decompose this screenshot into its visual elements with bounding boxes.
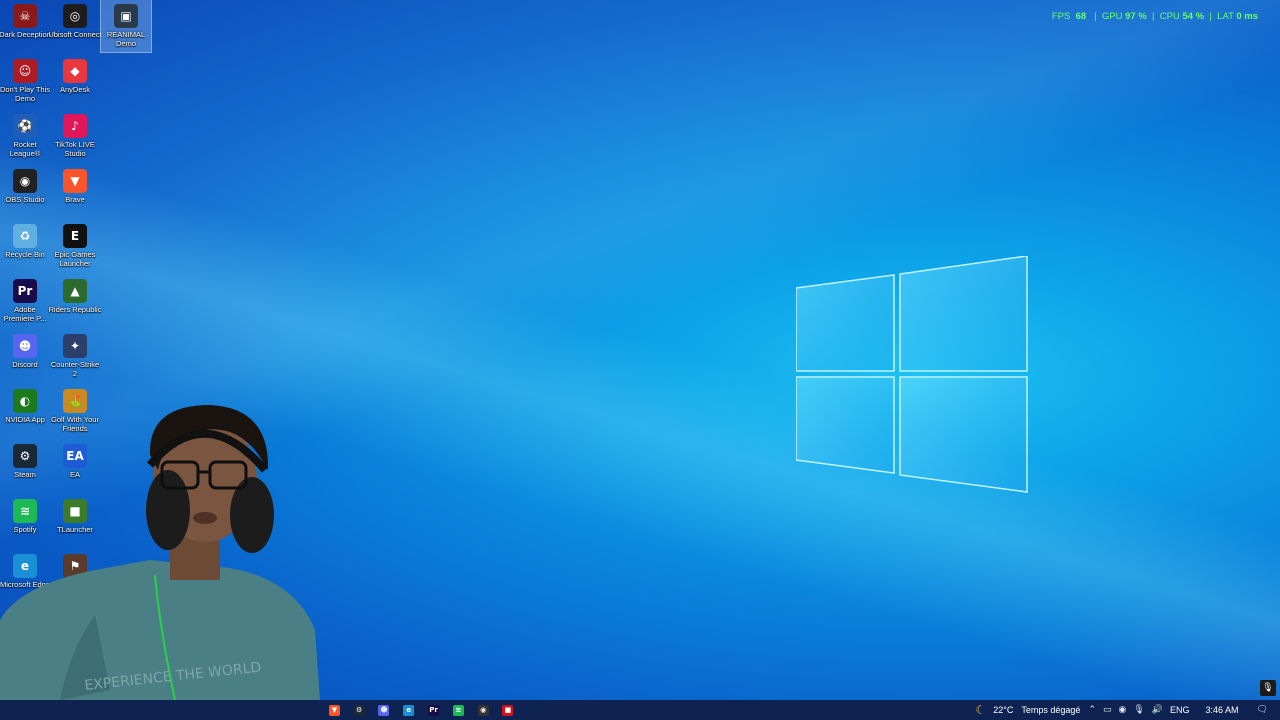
desktop-icon-label: TikTok LIVE Studio — [55, 140, 95, 158]
desktop-icon-brave[interactable]: ▼ Brave — [50, 165, 100, 217]
recycle-bin-icon: ♻ — [13, 224, 37, 248]
desktop-icon-counter-strike[interactable]: ✦ Counter-Strike 2 — [50, 330, 100, 382]
desktop-icon-label: OBS Studio — [5, 195, 45, 204]
desktop-icon-label: Riders Republic — [48, 305, 102, 314]
mic-tray-icon[interactable]: 🎙 — [1133, 705, 1144, 715]
premiere-taskbar-icon: Pr — [428, 704, 440, 716]
app-taskbar-icon: ■ — [502, 704, 514, 716]
anydesk-icon: ◆ — [63, 59, 87, 83]
ubisoft-icon: ◎ — [63, 4, 87, 28]
cpu-label: CPU — [1159, 11, 1180, 22]
app-taskbar-button[interactable]: ■ — [496, 700, 521, 720]
desktop-icon-label: Counter-Strike 2 — [50, 360, 100, 378]
edge-taskbar-button[interactable]: e — [396, 700, 421, 720]
desktop-icon-reanimal[interactable]: ▣ REANIMAL Demo — [100, 0, 152, 53]
obs-icon: ◉ — [13, 169, 37, 193]
epic-games-icon: E — [63, 224, 87, 248]
desktop-icon-label: Dark Deception — [0, 30, 51, 39]
desktop-icon-rocket-league[interactable]: ⚽ Rocket League® — [0, 110, 50, 162]
desktop-icon-discord[interactable]: ☻ Discord — [0, 330, 50, 382]
desktop-icon-label: Discord — [12, 360, 38, 369]
edge-taskbar-icon: e — [403, 704, 415, 716]
weather-desc[interactable]: Temps dégagé — [1021, 705, 1080, 715]
riders-republic-icon: ▲ — [63, 279, 87, 303]
windows-logo-wallpaper — [796, 256, 1028, 493]
weather-moon-icon[interactable]: ☾ — [976, 703, 987, 717]
desktop-icon-riders-republic[interactable]: ▲ Riders Republic — [48, 275, 102, 327]
volume-icon[interactable]: 🔊 — [1152, 705, 1163, 715]
clock-time[interactable]: 3:46 AM — [1206, 705, 1239, 715]
nvidia-tray-icon[interactable]: ◉ — [1119, 705, 1127, 715]
fps-label: FPS — [1051, 11, 1071, 22]
desktop-icon-anydesk[interactable]: ◆ AnyDesk — [50, 55, 100, 107]
desktop-icon-label: AnyDesk — [59, 85, 90, 94]
desktop-icon-obs[interactable]: ◉ OBS Studio — [0, 165, 50, 217]
spotify-taskbar-icon: ≋ — [452, 704, 464, 716]
lat-label: LAT — [1217, 11, 1234, 22]
performance-overlay: FPS 68 | GPU 97 % | CPU 54 % | LAT 0 ms — [1051, 11, 1258, 22]
premiere-icon: Pr — [13, 279, 37, 303]
brave-icon: ▼ — [63, 169, 87, 193]
discord-taskbar-button[interactable]: ☻ — [372, 700, 397, 720]
language-indicator[interactable]: ENG — [1170, 705, 1190, 715]
webcam-overlay: EXPERIENCE THE WORLD — [0, 405, 320, 700]
microphone-icon[interactable]: 🎙 — [1260, 680, 1276, 696]
desktop-icon-label: REANIMAL Demo — [106, 30, 146, 48]
discord-icon: ☻ — [13, 334, 37, 358]
obs-taskbar-button[interactable]: ◉ — [471, 700, 496, 720]
cpu-value: 54 % — [1182, 11, 1205, 22]
system-tray: ☾ 22°C Temps dégagé ⌃ ▭ ◉ 🎙 🔊 ENG 3:46 A… — [976, 700, 1280, 720]
counter-strike-icon: ✦ — [63, 334, 87, 358]
chevron-up-icon[interactable]: ⌃ — [1088, 705, 1096, 715]
desktop-icon-label: Brave — [65, 195, 85, 204]
gpu-value: 97 % — [1125, 11, 1147, 22]
taskbar: ▼ ⚙ ☻ e Pr ≋ ◉ ■ ☾ 22°C Temps dégagé ⌃ ▭ ◉ 🎙 🔊 … — [0, 700, 1280, 720]
desktop-icon-tiktok[interactable]: ♪ TikTok LIVE Studio — [50, 110, 100, 162]
rocket-league-icon: ⚽ — [13, 114, 37, 138]
taskbar-pinned-apps: ▼ ⚙ ☻ e Pr ≋ ◉ ■ — [322, 700, 520, 720]
desktop-icon-label: Adobe Premiere P... — [3, 305, 47, 323]
reanimal-icon: ▣ — [114, 4, 138, 28]
desktop-icon-dark-deception[interactable]: ☠ Dark Deception — [0, 0, 51, 52]
tiktok-icon: ♪ — [63, 114, 87, 138]
dark-deception-icon: ☠ — [13, 4, 37, 28]
desktop-icon-label: Don't Play This Demo — [0, 85, 51, 103]
dont-play-icon: ☺ — [13, 59, 37, 83]
weather-temp[interactable]: 22°C — [993, 705, 1013, 715]
spotify-taskbar-button[interactable]: ≋ — [446, 700, 471, 720]
desktop-icon-label: Rocket League® — [9, 140, 41, 158]
lat-value: 0 ms — [1236, 11, 1258, 22]
brave-taskbar-icon: ▼ — [328, 704, 340, 716]
steam-taskbar-icon: ⚙ — [353, 704, 365, 716]
desktop-icon-dont-play[interactable]: ☺ Don't Play This Demo — [0, 55, 50, 107]
desktop-icon-recycle-bin[interactable]: ♻ Recycle Bin — [0, 220, 50, 272]
brave-taskbar-button[interactable]: ▼ — [322, 700, 347, 720]
desktop-icon-label: Epic Games Launcher — [54, 250, 96, 268]
obs-taskbar-icon: ◉ — [477, 704, 489, 716]
gpu-label: GPU — [1101, 11, 1123, 22]
desktop-icon-label: Ubisoft Connect — [48, 30, 102, 39]
network-icon[interactable]: ▭ — [1103, 705, 1112, 715]
fps-value: 68 — [1075, 11, 1087, 22]
desktop-icon-ubisoft[interactable]: ◎ Ubisoft Connect — [48, 0, 102, 52]
desktop-icon-label: Recycle Bin — [5, 250, 45, 259]
premiere-taskbar-button[interactable]: Pr — [421, 700, 446, 720]
desktop-icon-epic-games[interactable]: E Epic Games Launcher — [50, 220, 100, 272]
notification-icon[interactable]: 🗨 — [1257, 705, 1268, 715]
steam-taskbar-button[interactable]: ⚙ — [347, 700, 372, 720]
desktop-icon-premiere[interactable]: Pr Adobe Premiere P... — [0, 275, 50, 327]
discord-taskbar-icon: ☻ — [378, 704, 390, 716]
